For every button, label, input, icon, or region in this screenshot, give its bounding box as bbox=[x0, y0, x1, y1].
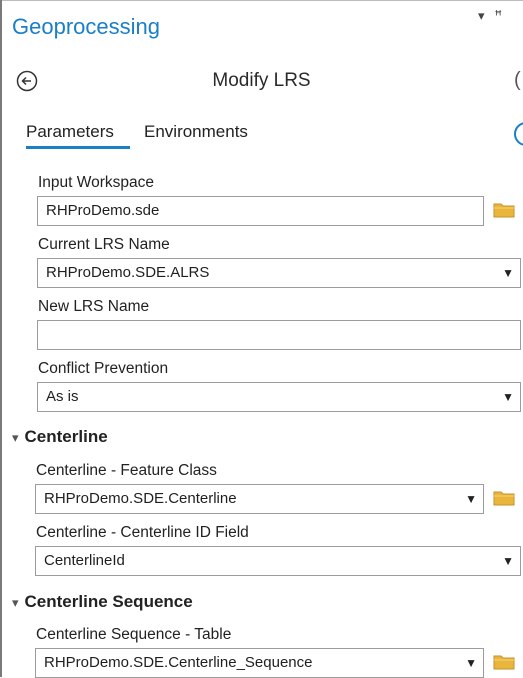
centerline-id-field-select[interactable]: CenterlineId ▼ bbox=[35, 546, 521, 576]
folder-icon[interactable] bbox=[493, 654, 515, 670]
input-workspace-value: RHProDemo.sde bbox=[46, 202, 160, 219]
chevron-down-icon: ▼ bbox=[465, 656, 477, 670]
current-lrs-label: Current LRS Name bbox=[38, 236, 170, 253]
pane-title: Geoprocessing bbox=[12, 14, 160, 39]
centerline-id-field-label: Centerline - Centerline ID Field bbox=[36, 524, 249, 541]
centerline-sequence-table-select[interactable]: RHProDemo.SDE.Centerline_Sequence ▼ bbox=[35, 648, 484, 678]
centerline-feature-class-value: RHProDemo.SDE.Centerline bbox=[44, 490, 237, 507]
folder-icon[interactable] bbox=[493, 202, 515, 218]
centerline-feature-class-select[interactable]: RHProDemo.SDE.Centerline ▼ bbox=[35, 484, 484, 514]
centerline-feature-class-label: Centerline - Feature Class bbox=[36, 462, 217, 479]
folder-icon[interactable] bbox=[493, 490, 515, 506]
new-lrs-label: New LRS Name bbox=[38, 298, 150, 315]
pin-icon[interactable]: ꟸ bbox=[495, 8, 503, 23]
left-border bbox=[0, 0, 2, 677]
pane-options-icon[interactable]: ▾ bbox=[478, 8, 485, 23]
chevron-down-icon: ▼ bbox=[465, 492, 477, 506]
info-icon[interactable]: ( bbox=[514, 69, 521, 92]
centerline-group-title: Centerline bbox=[24, 427, 108, 446]
input-workspace-label: Input Workspace bbox=[38, 174, 155, 191]
centerline-sequence-table-label: Centerline Sequence - Table bbox=[36, 626, 232, 643]
new-lrs-field[interactable] bbox=[37, 320, 521, 350]
centerline-id-field-value: CenterlineId bbox=[44, 552, 125, 569]
tab-environments[interactable]: Environments bbox=[144, 122, 248, 142]
tool-title: Modify LRS bbox=[212, 70, 311, 91]
chevron-down-icon: ▼ bbox=[502, 266, 514, 280]
current-lrs-select[interactable]: RHProDemo.SDE.ALRS ▼ bbox=[37, 258, 521, 288]
centerline-group-header[interactable]: ▾ Centerline bbox=[12, 427, 108, 447]
pane-controls[interactable]: ▾ ꟸ bbox=[478, 8, 512, 24]
centerline-sequence-group-header[interactable]: ▾ Centerline Sequence bbox=[12, 592, 193, 612]
chevron-down-icon: ▼ bbox=[502, 554, 514, 568]
help-icon[interactable] bbox=[514, 122, 523, 146]
centerline-sequence-group-title: Centerline Sequence bbox=[24, 592, 193, 611]
current-lrs-value: RHProDemo.SDE.ALRS bbox=[46, 264, 210, 281]
conflict-prevention-label: Conflict Prevention bbox=[38, 360, 169, 377]
conflict-prevention-value: As is bbox=[46, 388, 79, 405]
tab-parameters[interactable]: Parameters bbox=[26, 122, 114, 142]
conflict-prevention-select[interactable]: As is ▼ bbox=[37, 382, 521, 412]
tab-active-indicator bbox=[26, 146, 130, 149]
chevron-down-icon: ▼ bbox=[502, 390, 514, 404]
centerline-sequence-table-value: RHProDemo.SDE.Centerline_Sequence bbox=[44, 654, 313, 671]
chevron-down-icon: ▾ bbox=[12, 595, 19, 610]
top-border bbox=[0, 0, 523, 1]
chevron-down-icon: ▾ bbox=[12, 430, 19, 445]
input-workspace-field[interactable]: RHProDemo.sde bbox=[37, 196, 484, 226]
